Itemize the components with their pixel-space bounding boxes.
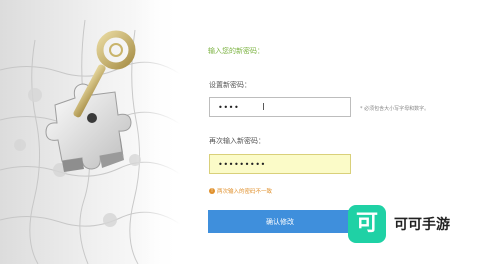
error-text: 两次输入的密码不一致 — [217, 189, 273, 195]
warning-circle-icon: ! — [209, 188, 215, 194]
watermark-text: 可可手游 — [394, 217, 450, 233]
password-reset-page: 输入您的新密码： 设置新密码： I * 必须包含大小写字母和数字。 再次输入新密… — [0, 0, 480, 264]
text-cursor-icon: I — [262, 102, 265, 113]
form-heading: 输入您的新密码： — [208, 47, 264, 55]
new-password-input[interactable] — [209, 97, 351, 117]
watermark-logo: 可 — [348, 205, 386, 243]
confirm-password-input[interactable] — [209, 154, 351, 174]
password-requirement-hint: * 必须包含大小写字母和数字。 — [360, 106, 430, 112]
password-mismatch-error: ! 两次输入的密码不一致 — [209, 187, 272, 195]
watermark: 可 可可手游 — [348, 205, 450, 243]
new-password-label: 设置新密码： — [209, 81, 251, 89]
puzzle-key-illustration — [0, 0, 180, 264]
confirm-change-button[interactable]: 确认修改 — [208, 210, 352, 233]
confirm-password-label: 再次输入新密码： — [209, 137, 265, 145]
